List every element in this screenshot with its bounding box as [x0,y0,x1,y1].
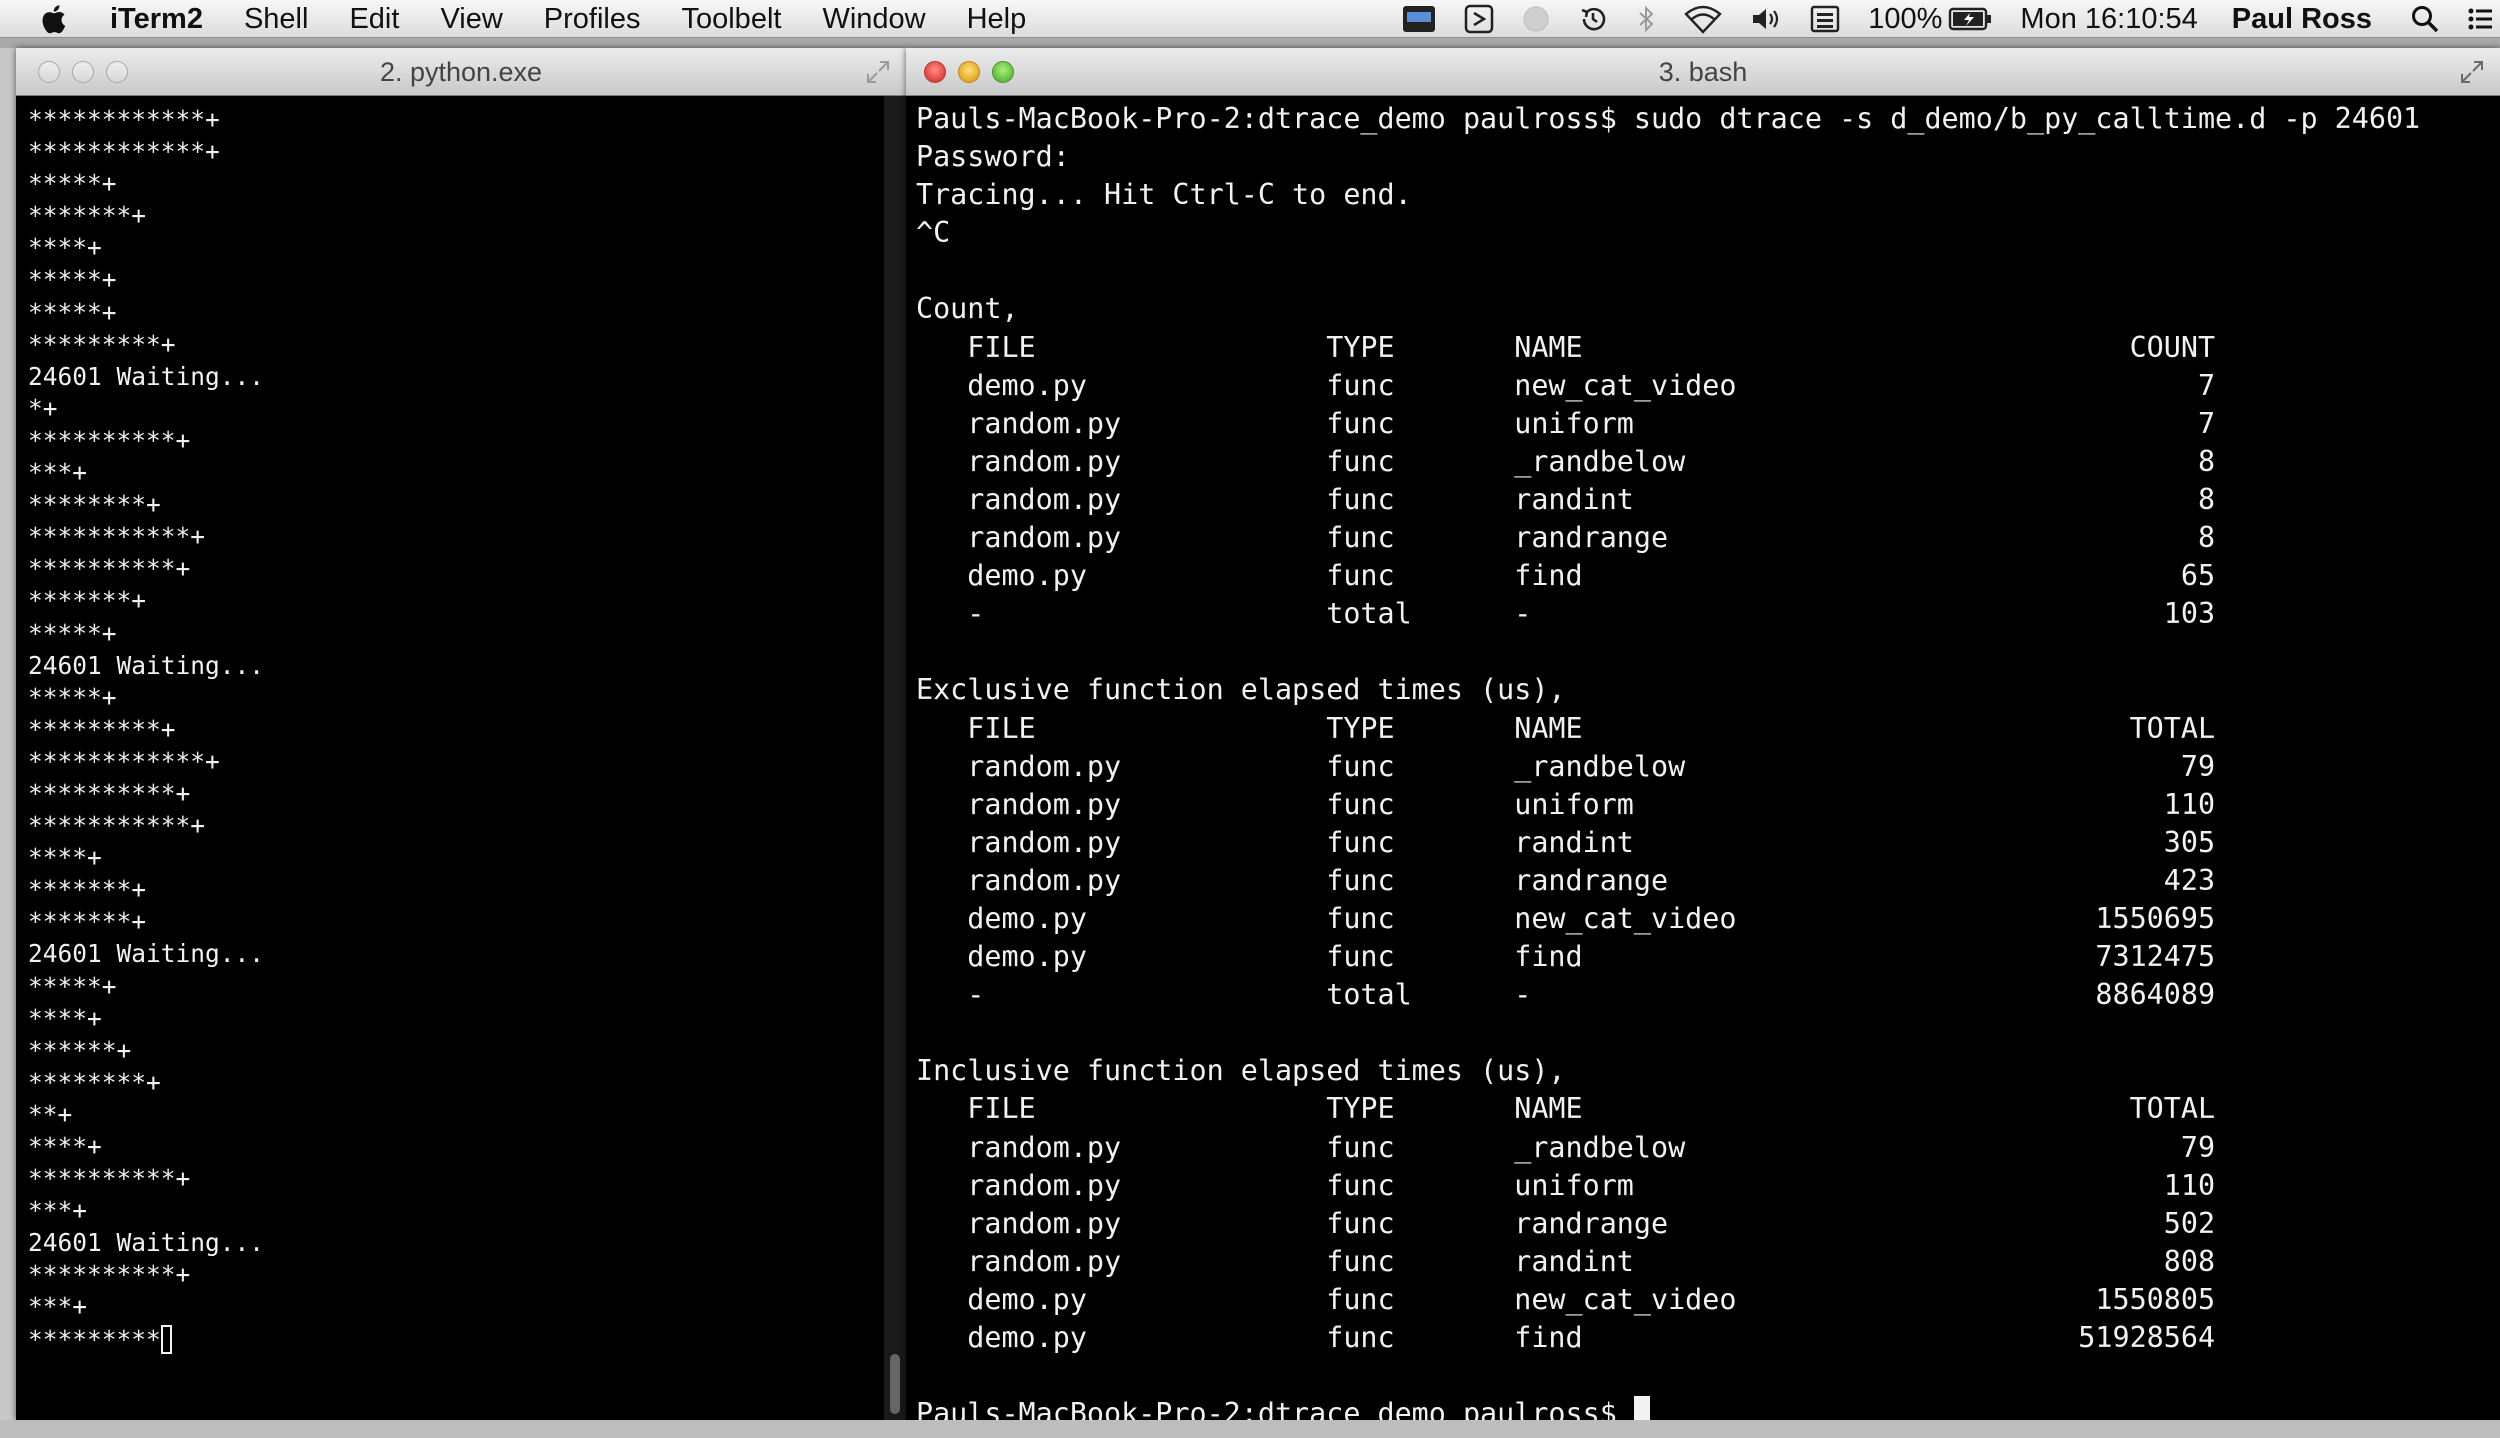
bluetooth-icon[interactable] [1636,4,1656,34]
terminal-text: Pauls-MacBook-Pro-2:dtrace_demo paulross… [916,102,2421,1354]
desktop-background [0,1420,2500,1438]
gpu-icon[interactable] [1402,4,1436,34]
terminal-output[interactable]: ************+ ************+ *****+ *****… [16,96,884,1420]
notification-center-icon[interactable] [2468,4,2492,34]
text-cursor [1633,1396,1650,1420]
terminal-text: ************+ ************+ *****+ *****… [28,105,265,1322]
keyboard-icon[interactable] [1810,4,1840,34]
apple-icon[interactable] [38,2,72,36]
menu-window[interactable]: Window [822,2,925,36]
window-title: 3. bash [1658,57,1748,87]
spotlight-icon[interactable] [2410,4,2440,34]
shell-prompt: Pauls-MacBook-Pro-2:dtrace_demo paulross… [916,1397,1634,1420]
menu-edit[interactable]: Edit [349,2,399,36]
terminal-last-line: ********* [28,1324,161,1354]
volume-icon[interactable] [1750,4,1782,34]
menu-shell[interactable]: Shell [244,2,309,36]
sync-icon[interactable] [1522,5,1550,33]
menu-profiles[interactable]: Profiles [544,2,641,36]
fullscreen-icon[interactable] [2458,58,2486,86]
time-machine-icon[interactable] [1578,4,1608,34]
fullscreen-icon[interactable] [864,58,892,86]
window-title: 2. python.exe [379,57,543,87]
terminal-window-python[interactable]: 2. python.exe ************+ ************… [16,48,906,1420]
window-titlebar[interactable]: 2. python.exe [16,48,906,96]
dash-icon[interactable] [1464,4,1494,34]
menu-toolbelt[interactable]: Toolbelt [681,2,781,36]
battery-icon[interactable] [1948,6,1992,32]
window-titlebar[interactable]: 3. bash [906,48,2500,96]
menu-view[interactable]: View [440,2,502,36]
terminal-output[interactable]: Pauls-MacBook-Pro-2:dtrace_demo paulross… [906,96,2500,1420]
desktop-background [0,48,16,1438]
scrollbar-thumb[interactable] [890,1354,900,1414]
text-cursor [160,1324,172,1354]
clock[interactable]: Mon 16:10:54 [2020,0,2197,38]
battery-percent: 100% [1868,3,1943,35]
menu-bar: iTerm2 Shell Edit View Profiles Toolbelt… [0,0,2500,38]
scrollbar[interactable] [884,96,906,1420]
menu-app-iterm2[interactable]: iTerm2 [110,2,203,36]
wifi-icon[interactable] [1684,4,1723,34]
terminal-window-bash[interactable]: 3. bash Pauls-MacBook-Pro-2:dtrace_demo … [906,48,2500,1420]
user-name[interactable]: Paul Ross [2232,0,2372,38]
menu-help[interactable]: Help [967,2,1027,36]
